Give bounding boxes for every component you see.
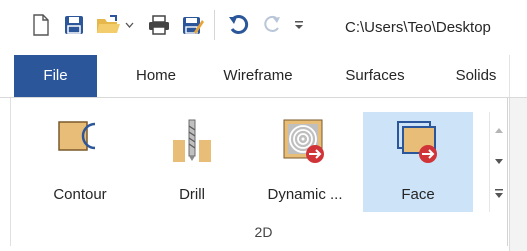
undo-icon[interactable]: [226, 12, 252, 38]
drill-label: Drill: [179, 186, 205, 203]
group-label-2d: 2D: [254, 224, 273, 240]
gallery-scroll-down-icon[interactable]: [490, 146, 508, 178]
ribbon-tab-row: File Home Wireframe Surfaces Solids: [0, 55, 527, 98]
contour-icon: [57, 118, 103, 161]
dynamic-label: Dynamic ...: [267, 186, 343, 203]
customize-toolbar-icon[interactable]: [292, 12, 306, 38]
ribbon-panel: Contour Drill Dynamic ... Face 2D: [0, 98, 527, 251]
contour-button[interactable]: Contour: [37, 112, 123, 212]
gallery-expand-icon[interactable]: [490, 178, 508, 210]
dynamic-button[interactable]: Dynamic ...: [257, 112, 353, 212]
tab-home[interactable]: Home: [121, 55, 191, 97]
save-as-icon[interactable]: [180, 12, 206, 38]
open-folder-icon[interactable]: [95, 12, 123, 38]
drill-button[interactable]: Drill: [151, 112, 233, 212]
tab-file[interactable]: File: [14, 55, 97, 97]
chevron-down-icon[interactable]: [123, 12, 135, 38]
file-path-title: C:\Users\Teo\Desktop: [345, 19, 491, 36]
tab-surfaces[interactable]: Surfaces: [330, 55, 420, 97]
tab-wireframe[interactable]: Wireframe: [205, 55, 311, 97]
face-icon: [395, 118, 441, 169]
print-icon[interactable]: [146, 12, 172, 38]
gallery-scroll-up-icon[interactable]: [490, 114, 508, 146]
quick-access-toolbar: C:\Users\Teo\Desktop: [0, 0, 527, 54]
gallery-scroller: [489, 112, 508, 212]
dynamic-icon: [282, 118, 328, 169]
redo-icon[interactable]: [260, 12, 284, 38]
face-label: Face: [401, 186, 435, 203]
save-icon[interactable]: [62, 12, 86, 38]
new-document-icon[interactable]: [30, 12, 52, 38]
face-button[interactable]: Face: [363, 112, 473, 212]
contour-label: Contour: [53, 186, 107, 203]
drill-icon: [171, 118, 213, 169]
tab-solids[interactable]: Solids: [445, 55, 507, 97]
